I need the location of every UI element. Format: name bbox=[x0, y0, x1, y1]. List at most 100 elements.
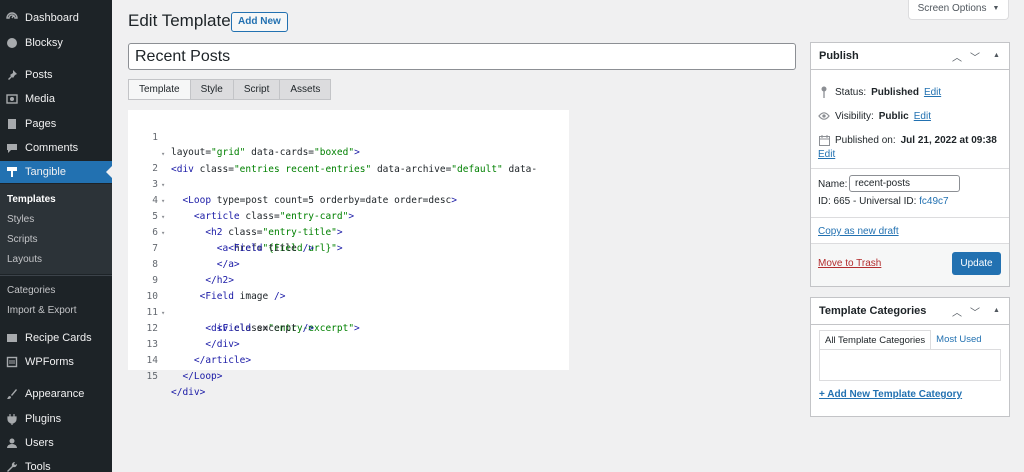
media-icon bbox=[5, 92, 19, 106]
menu-item-tools[interactable]: Tools bbox=[0, 456, 112, 472]
code-line: 4 ▾ <h2 class="entry-title"> bbox=[128, 177, 569, 238]
menu-item-plugins[interactable]: Plugins bbox=[0, 408, 112, 430]
pages-icon bbox=[5, 117, 19, 131]
tab-assets[interactable]: Assets bbox=[280, 79, 332, 100]
dashboard-icon bbox=[5, 11, 19, 25]
wpforms-icon bbox=[5, 355, 19, 369]
chevron-down-icon[interactable]: ﹀ bbox=[970, 49, 980, 64]
chevron-down-icon[interactable]: ﹀ bbox=[970, 304, 980, 319]
code-line: 14 </Loop> bbox=[128, 337, 569, 382]
calendar-icon bbox=[818, 134, 830, 146]
visibility-row: Visibility: Public Edit bbox=[818, 110, 931, 122]
submenu-scripts[interactable]: Scripts bbox=[7, 234, 38, 245]
edit-visibility-link[interactable]: Edit bbox=[914, 111, 931, 122]
code-token: </Loop> bbox=[171, 371, 223, 382]
tab-all-categories[interactable]: All Template Categories bbox=[819, 330, 932, 350]
editor-tabs: Template Style Script Assets bbox=[128, 79, 332, 100]
menu-item-media[interactable]: Media bbox=[0, 88, 112, 110]
blocksy-icon bbox=[5, 36, 19, 50]
caret-down-icon: ▼ bbox=[992, 5, 1000, 12]
menu-item-appearance[interactable]: Appearance bbox=[0, 383, 112, 405]
category-checklist[interactable] bbox=[819, 349, 1001, 381]
status-label: Status: bbox=[835, 86, 867, 98]
status-value: Published bbox=[871, 86, 919, 98]
code-line: 2 ▾ <Loop type=post count=5 orderby=date… bbox=[128, 145, 569, 206]
visibility-label: Visibility: bbox=[835, 110, 874, 122]
code-line: 9 <Field image /> bbox=[128, 257, 569, 302]
published-value: Jul 21, 2022 at 09:38 bbox=[900, 134, 997, 146]
copy-draft-link[interactable]: Copy as new draft bbox=[818, 226, 899, 237]
add-new-button[interactable]: Add New bbox=[231, 12, 288, 32]
code-line: 3 ▾ <article class="entry-card"> bbox=[128, 161, 569, 222]
tab-script[interactable]: Script bbox=[233, 79, 281, 100]
code-line: 12 </div> bbox=[128, 305, 569, 350]
caret-up-icon[interactable]: ▲ bbox=[993, 307, 1000, 314]
eye-icon bbox=[818, 110, 830, 122]
submenu-divider bbox=[0, 275, 112, 276]
submenu-styles[interactable]: Styles bbox=[7, 214, 34, 225]
submenu-import-export[interactable]: Import & Export bbox=[7, 305, 76, 316]
published-on-row: Published on: Jul 21, 2022 at 09:38 bbox=[818, 134, 997, 146]
menu-item-blocksy[interactable]: Blocksy bbox=[0, 32, 112, 54]
comment-icon bbox=[5, 141, 19, 155]
published-label: Published on: bbox=[835, 134, 896, 146]
screen-options-button[interactable]: Screen Options ▼ bbox=[908, 0, 1009, 20]
menu-item-posts[interactable]: Posts bbox=[0, 64, 112, 86]
tangible-icon bbox=[5, 165, 19, 179]
post-title-input[interactable] bbox=[128, 43, 796, 70]
code-line: 1 ▾ <div class="entries recent-entries" … bbox=[128, 114, 569, 175]
tab-most-used[interactable]: Most Used bbox=[931, 330, 986, 350]
code-line: 15 </div> bbox=[128, 353, 569, 398]
pin-icon bbox=[818, 86, 830, 98]
user-icon bbox=[5, 436, 19, 450]
pin-icon bbox=[5, 68, 19, 82]
menu-item-users[interactable]: Users bbox=[0, 432, 112, 454]
tab-template[interactable]: Template bbox=[128, 79, 191, 100]
divider bbox=[811, 217, 1009, 218]
visibility-value: Public bbox=[878, 110, 909, 122]
code-line: 10 ▾ <div class="entry-excerpt"> bbox=[128, 273, 569, 334]
categories-box-title: Template Categories bbox=[819, 305, 927, 317]
code-line: 8 </h2> bbox=[128, 241, 569, 286]
menu-item-wpforms[interactable]: WPForms bbox=[0, 351, 112, 373]
divider bbox=[811, 168, 1009, 169]
chevron-up-icon[interactable]: ︿ bbox=[952, 304, 962, 319]
status-row: Status: Published Edit bbox=[818, 86, 941, 98]
tab-style[interactable]: Style bbox=[190, 79, 234, 100]
page-title: Edit Template bbox=[128, 11, 231, 30]
id-row: ID: 665 - Universal ID: fc49c7 bbox=[818, 196, 949, 207]
submenu-layouts[interactable]: Layouts bbox=[7, 254, 42, 265]
code-line: 13 </article> bbox=[128, 321, 569, 366]
code-line: 5 ▾ <a href="{Field url}"> bbox=[128, 193, 569, 254]
edit-date-link[interactable]: Edit bbox=[818, 149, 835, 160]
code-editor[interactable]: 1 ▾ <div class="entries recent-entries" … bbox=[128, 110, 569, 398]
code-line: 6 <Field title /> bbox=[128, 209, 569, 254]
submenu-templates[interactable]: Templates bbox=[7, 194, 56, 205]
code-line: 7 </a> bbox=[128, 225, 569, 270]
name-label: Name: bbox=[818, 179, 848, 190]
edit-status-link[interactable]: Edit bbox=[924, 87, 941, 98]
menu-item-tangible[interactable]: Tangible bbox=[0, 161, 112, 183]
menu-item-dashboard[interactable]: Dashboard bbox=[0, 7, 112, 29]
publish-box-title: Publish bbox=[819, 50, 859, 62]
chevron-up-icon[interactable]: ︿ bbox=[952, 49, 962, 64]
submenu-categories[interactable]: Categories bbox=[7, 285, 55, 296]
code-line-wrap: layout="grid" data-cards="boxed"> bbox=[128, 129, 569, 158]
publish-box-header: Publish ︿ ﹀ ▲ bbox=[811, 43, 1009, 70]
wrench-icon bbox=[5, 460, 19, 472]
menu-item-pages[interactable]: Pages bbox=[0, 113, 112, 135]
update-button[interactable]: Update bbox=[952, 252, 1001, 275]
add-category-link[interactable]: + Add New Template Category bbox=[819, 389, 962, 400]
move-to-trash-link[interactable]: Move to Trash bbox=[818, 258, 881, 269]
menu-item-recipe-cards[interactable]: Recipe Cards bbox=[0, 327, 112, 349]
category-tabs: All Template Categories Most Used bbox=[819, 330, 987, 350]
categories-box-header: Template Categories ︿ ﹀ ▲ bbox=[811, 298, 1009, 325]
screen-options-label: Screen Options bbox=[917, 3, 987, 14]
universal-id-value: fc49c7 bbox=[919, 196, 949, 207]
slug-input[interactable] bbox=[849, 175, 960, 192]
code-token: </div> bbox=[171, 387, 206, 398]
id-text: ID: 665 - Universal ID: bbox=[818, 196, 917, 207]
menu-item-comments[interactable]: Comments bbox=[0, 137, 112, 159]
brush-icon bbox=[5, 387, 19, 401]
caret-up-icon[interactable]: ▲ bbox=[993, 52, 1000, 59]
